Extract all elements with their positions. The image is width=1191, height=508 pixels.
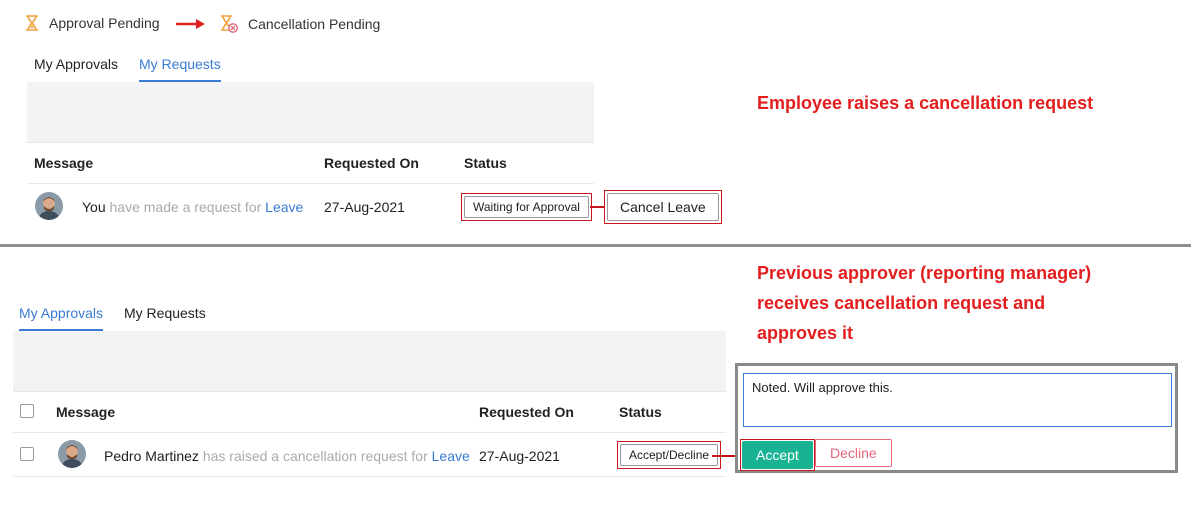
hourglass-icon [26, 15, 38, 31]
request-actor: You [82, 199, 106, 215]
header-divider [27, 183, 594, 184]
column-requested-on: Requested On [479, 404, 574, 420]
user-avatar-icon [58, 440, 86, 468]
arrow-right-icon [176, 19, 205, 29]
annotation-approver-line-1: Previous approver (reporting manager) [757, 263, 1092, 283]
connector-line [712, 455, 736, 457]
avatar [35, 192, 63, 220]
cancel-leave-button[interactable]: Cancel Leave [607, 193, 719, 221]
column-requested-on: Requested On [324, 155, 419, 171]
row-divider [13, 476, 726, 477]
legend-approval-pending: Approval Pending [25, 15, 160, 31]
column-status: Status [464, 155, 507, 171]
request-leave-link[interactable]: Leave [265, 199, 303, 215]
section-divider [0, 244, 1191, 247]
approval-text: has raised a cancellation request for [198, 448, 432, 464]
legend-approval-pending-label: Approval Pending [49, 15, 160, 31]
annotation-employee: Employee raises a cancellation request [757, 93, 1094, 113]
decline-button[interactable]: Decline [815, 439, 892, 467]
approval-leave-link[interactable]: Leave [432, 448, 470, 464]
header-divider [13, 432, 726, 433]
approval-date: 27-Aug-2021 [479, 448, 560, 464]
request-message: You have made a request for Leave [82, 199, 303, 215]
hourglass-cancel-icon [221, 15, 238, 33]
approval-message: Pedro Martinez has raised a cancellation… [104, 448, 470, 464]
column-message: Message [34, 155, 94, 171]
tab-my-approvals[interactable]: My Approvals [34, 56, 118, 80]
cancel-highlight: Cancel Leave [604, 190, 722, 224]
approval-comment-panel: Noted. Will approve this. Accept Decline [735, 363, 1178, 473]
row-checkbox[interactable] [20, 447, 34, 461]
tab-my-requests[interactable]: My Requests [139, 56, 221, 82]
comment-input[interactable]: Noted. Will approve this. [743, 373, 1172, 427]
tab-my-approvals[interactable]: My Approvals [19, 305, 104, 331]
filter-band [13, 331, 726, 392]
legend-cancellation-pending-label: Cancellation Pending [248, 16, 381, 32]
column-message: Message [56, 404, 116, 420]
select-all-checkbox[interactable] [20, 404, 34, 418]
annotation-approver-line-3: approves it [757, 323, 854, 343]
user-avatar-icon [35, 192, 63, 220]
accept-decline-badge[interactable]: Accept/Decline [620, 444, 719, 466]
legend-arrow [176, 18, 206, 30]
status-highlight: Accept/Decline [617, 441, 722, 469]
approval-actor: Pedro Martinez [104, 448, 199, 464]
tab-my-requests[interactable]: My Requests [124, 305, 206, 329]
request-date: 27-Aug-2021 [324, 199, 405, 215]
legend-cancellation-pending: Cancellation Pending [220, 15, 380, 33]
request-text: have made a request for [105, 199, 266, 215]
status-badge: Waiting for Approval [464, 196, 589, 218]
annotation-approver-line-2: receives cancellation request and [757, 293, 1046, 313]
connector-line [590, 206, 604, 208]
filter-band [27, 82, 594, 143]
accept-highlight: Accept [740, 439, 815, 471]
status-highlight: Waiting for Approval [461, 193, 592, 221]
column-status: Status [619, 404, 662, 420]
avatar [58, 440, 86, 468]
accept-button[interactable]: Accept [742, 441, 813, 469]
